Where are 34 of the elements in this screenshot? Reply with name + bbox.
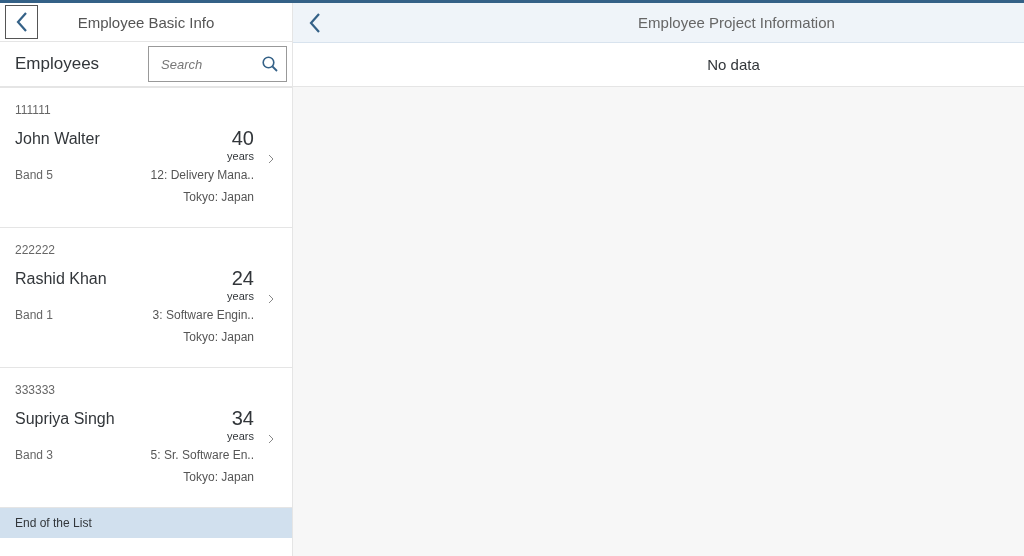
band-label: Band 3: [15, 448, 54, 462]
age-unit: years: [227, 150, 254, 162]
employee-location: Tokyo: Japan: [183, 190, 254, 204]
list-title: Employees: [15, 54, 100, 74]
age-number: 40: [231, 127, 254, 150]
employee-id: 333333: [15, 383, 57, 397]
employee-role: 3: Software Engin..: [152, 308, 254, 322]
age-unit: years: [227, 290, 254, 302]
age-number: 34: [231, 407, 254, 430]
age-number: 24: [231, 267, 254, 290]
page-title: Employee Basic Info: [76, 13, 216, 31]
back-button[interactable]: [5, 5, 38, 39]
end-of-list-bar: End of the List: [0, 508, 292, 538]
employee-id: 222222: [15, 243, 57, 257]
chevron-icon: [268, 294, 274, 304]
chevron-icon: [268, 434, 274, 444]
age-unit: years: [227, 430, 254, 442]
employee-role: 5: Sr. Software En..: [150, 448, 254, 462]
employee-id: 111111: [15, 103, 52, 117]
chevron-icon: [268, 154, 274, 164]
employee-name: Supriya Singh: [15, 410, 115, 428]
page-title: Employee Project Information: [637, 14, 836, 31]
search-field[interactable]: Search: [148, 46, 287, 82]
employee-location: Tokyo: Japan: [183, 330, 254, 344]
employee-name: John Walter: [15, 130, 100, 148]
employee-location: Tokyo: Japan: [183, 470, 254, 484]
back-icon[interactable]: [309, 12, 321, 33]
back-icon[interactable]: [15, 12, 28, 32]
search-icon[interactable]: [262, 56, 278, 72]
employee-name: Rashid Khan: [15, 270, 107, 288]
employee-role: 12: Delivery Mana..: [150, 168, 254, 182]
band-label: Band 1: [15, 308, 54, 322]
band-label: Band 5: [15, 168, 54, 182]
empty-message: No data: [293, 43, 1024, 87]
